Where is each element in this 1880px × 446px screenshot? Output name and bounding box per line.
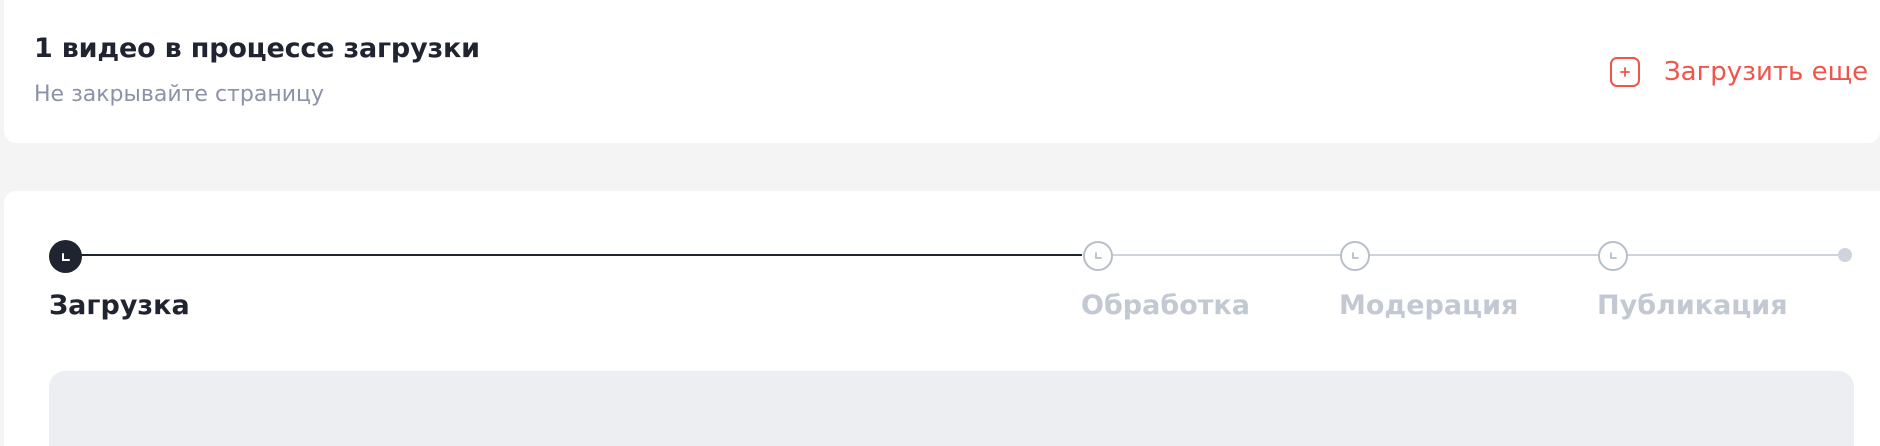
upload-status-title: 1 видео в процессе загрузки [34, 33, 480, 64]
step-upload-clock-icon [49, 240, 82, 273]
upload-more-label: Загрузить еще [1664, 57, 1869, 87]
progress-track-completed [66, 254, 1082, 256]
step-label-publication: Публикация [1597, 290, 1788, 321]
upload-status-card: 1 видео в процессе загрузки Не закрывайт… [4, 0, 1880, 143]
progress-track-remaining [1096, 254, 1838, 256]
upload-more-button[interactable]: Загрузить еще [1610, 55, 1880, 89]
step-processing-clock-icon [1083, 241, 1113, 271]
step-publication-clock-icon [1598, 241, 1628, 271]
upload-content-panel [49, 371, 1854, 446]
step-label-moderation: Модерация [1339, 290, 1519, 321]
progress-end-dot [1838, 248, 1852, 262]
step-moderation-clock-icon [1340, 241, 1370, 271]
upload-status-subtitle: Не закрывайте страницу [34, 82, 324, 107]
step-label-upload: Загрузка [49, 290, 190, 321]
plus-square-icon [1610, 57, 1640, 87]
step-label-processing: Обработка [1081, 290, 1250, 321]
